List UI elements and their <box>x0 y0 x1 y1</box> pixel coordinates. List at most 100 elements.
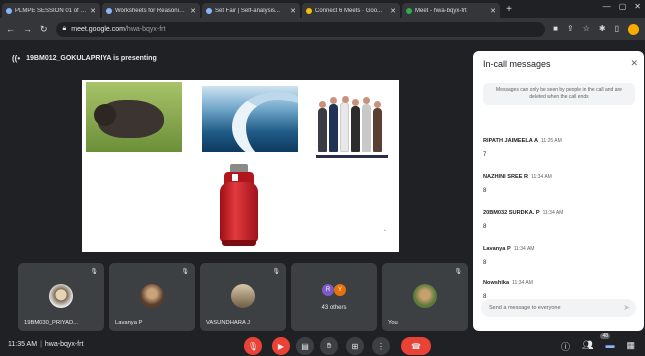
participant-name: VASUNDHARA J <box>206 320 251 326</box>
tab-favicon-icon <box>406 7 412 14</box>
puzzle-icon[interactable]: ✱ <box>599 24 606 35</box>
back-icon[interactable]: ← <box>6 24 15 34</box>
others-count: 43 others <box>321 305 347 311</box>
mic-off-icon: 🎙︎ <box>454 269 462 275</box>
tab-favicon-icon <box>206 7 212 14</box>
profile-avatar[interactable] <box>628 23 639 35</box>
extension-icons: ■ ⇪ ☆ ✱ ▯ <box>553 23 639 35</box>
browser-tab[interactable]: Set Fair | Self-analysis... ✕ <box>202 3 300 18</box>
chat-input[interactable]: Send a message to everyone ➤ <box>481 299 636 317</box>
people-icon[interactable]: 👥︎ <box>582 340 593 353</box>
message-text: 8 <box>483 188 487 194</box>
meeting-code: hwa-bqyx-frt <box>44 341 84 348</box>
address-bar: ← → ↻ 🔒︎ meet.google.com/hwa-bqyx-frt ■ … <box>0 18 645 40</box>
camera-off-button[interactable]: ▶ <box>272 337 290 355</box>
message-sender: 20BM032 SURDKA. P <box>483 210 540 216</box>
message-sender: Lavanya P <box>483 246 511 252</box>
camera-icon[interactable]: ■ <box>553 24 558 35</box>
url-host: meet.google.com <box>71 25 125 33</box>
message-text: 8 <box>483 260 487 266</box>
tab-close-icon[interactable]: ✕ <box>290 7 296 15</box>
tab-favicon-icon <box>106 7 112 14</box>
message-time: 11:34 AM <box>531 174 552 180</box>
avatar <box>49 284 73 308</box>
avatar <box>231 284 255 308</box>
shared-screen: • <box>82 80 399 252</box>
forward-icon[interactable]: → <box>23 24 32 34</box>
message-time: 11:25 AM <box>541 138 562 144</box>
avatar: Y <box>334 284 346 296</box>
participant-tile[interactable]: 🎙︎ VASUNDHARA J <box>200 263 286 331</box>
tab-label: Connect 6 Meets · Goo... <box>315 7 383 14</box>
people-image <box>316 88 388 158</box>
meeting-info: 11:35 AM | hwa-bqyx-frt <box>8 341 84 348</box>
mic-off-icon: 🎙︎ <box>90 269 98 275</box>
chat-title: In-call messages <box>483 59 551 69</box>
sidebar-icon[interactable]: ▯ <box>615 24 619 35</box>
participant-name: You <box>388 320 398 326</box>
chat-notice: Messages can only be seen by people in t… <box>483 83 635 105</box>
browser-tab-active[interactable]: Meet - hwa-bqyx-frt ✕ <box>402 3 500 18</box>
star-icon[interactable]: ☆ <box>583 24 590 35</box>
window-controls: — ▢ ✕ <box>603 2 641 11</box>
message-sender: Nowshika <box>483 280 510 286</box>
avatar <box>413 284 437 308</box>
screen: PLMPE SESSION 01 of 11... ✕ Worksheets fo… <box>0 0 645 356</box>
end-call-button[interactable]: ☎ <box>401 337 431 355</box>
url-path: /hwa-bqyx-frt <box>124 25 166 33</box>
control-bar: 11:35 AM | hwa-bqyx-frt 🎙︎ ▶ ▤ ✋︎ ⊞ ⋮ ☎ ⓘ … <box>0 333 645 356</box>
browser-tab-bar: PLMPE SESSION 01 of 11... ✕ Worksheets fo… <box>0 0 645 18</box>
reload-icon[interactable]: ↻ <box>40 24 48 35</box>
tab-favicon-icon <box>6 7 12 14</box>
browser-tab[interactable]: Connect 6 Meets · Goo... ✕ <box>302 3 400 18</box>
boar-image <box>86 82 182 152</box>
mic-off-icon: 🎙︎ <box>181 269 189 275</box>
presenter-label: 19BM012_GOKULAPRIYA is presenting <box>26 54 157 62</box>
participant-tile[interactable]: 🎙︎ Lavanya P <box>109 263 195 331</box>
present-button[interactable]: ⊞ <box>346 337 364 355</box>
window-close-icon[interactable]: ✕ <box>634 2 641 11</box>
message-time: 11:34 AM <box>512 280 533 286</box>
tab-close-icon[interactable]: ✕ <box>190 7 196 15</box>
maximize-icon[interactable]: ▢ <box>619 2 627 11</box>
tab-close-icon[interactable]: ✕ <box>390 7 396 15</box>
tab-close-icon[interactable]: ✕ <box>90 7 96 15</box>
close-icon[interactable]: ✕ <box>630 58 638 69</box>
info-icon[interactable]: ⓘ <box>561 340 570 353</box>
self-tile[interactable]: 🎙︎ You <box>382 263 468 331</box>
tab-label: Set Fair | Self-analysis... <box>215 7 280 14</box>
url-field[interactable]: 🔒︎ meet.google.com/hwa-bqyx-frt <box>55 21 546 37</box>
new-tab-icon[interactable]: + <box>502 4 516 15</box>
browser-tab[interactable]: PLMPE SESSION 01 of 11... ✕ <box>2 3 100 18</box>
avatar <box>140 284 164 308</box>
more-options-button[interactable]: ⋮ <box>372 337 390 355</box>
participant-tile[interactable]: 🎙︎ 19BM030_PRIYAD... <box>18 263 104 331</box>
chat-message: RIPATH JAIMEELA A 11:25 AM 7 <box>483 129 633 158</box>
wave-image <box>202 86 298 152</box>
message-text: 7 <box>483 152 487 158</box>
message-sender: NAZHINI SREE R <box>483 174 529 180</box>
participant-count-badge: 48 <box>600 333 610 339</box>
participant-name: Lavanya P <box>115 320 143 326</box>
raise-hand-button[interactable]: ✋︎ <box>320 337 338 355</box>
mic-off-button[interactable]: 🎙︎ <box>244 337 262 355</box>
captions-button[interactable]: ▤ <box>296 337 314 355</box>
chat-message: NAZHINI SREE R 11:34 AM 8 <box>483 165 633 194</box>
tab-label: Worksheets for Reasoning... <box>115 7 188 14</box>
mic-off-icon: 🎙︎ <box>272 269 280 275</box>
chat-message: Lavanya P 11:34 AM 8 <box>483 237 633 266</box>
share-icon[interactable]: ⇪ <box>567 24 574 35</box>
minimize-icon[interactable]: — <box>603 2 611 11</box>
message-time: 11:34 AM <box>542 210 564 216</box>
message-sender: RIPATH JAIMEELA A <box>483 138 539 144</box>
chat-icon[interactable]: ▬ <box>605 340 614 353</box>
meet-stage: ((• 19BM012_GOKULAPRIYA is presenting • … <box>0 40 645 356</box>
activities-icon[interactable]: ▦ <box>626 340 635 353</box>
others-tile[interactable]: R Y 43 others <box>291 263 377 331</box>
tab-close-icon[interactable]: ✕ <box>490 7 496 15</box>
message-text: 8 <box>483 224 487 230</box>
browser-tab[interactable]: Worksheets for Reasoning... ✕ <box>102 3 200 18</box>
audio-wave-icon: ((• <box>12 53 21 63</box>
tab-label: Meet - hwa-bqyx-frt <box>415 7 467 14</box>
send-icon[interactable]: ➤ <box>623 303 630 312</box>
